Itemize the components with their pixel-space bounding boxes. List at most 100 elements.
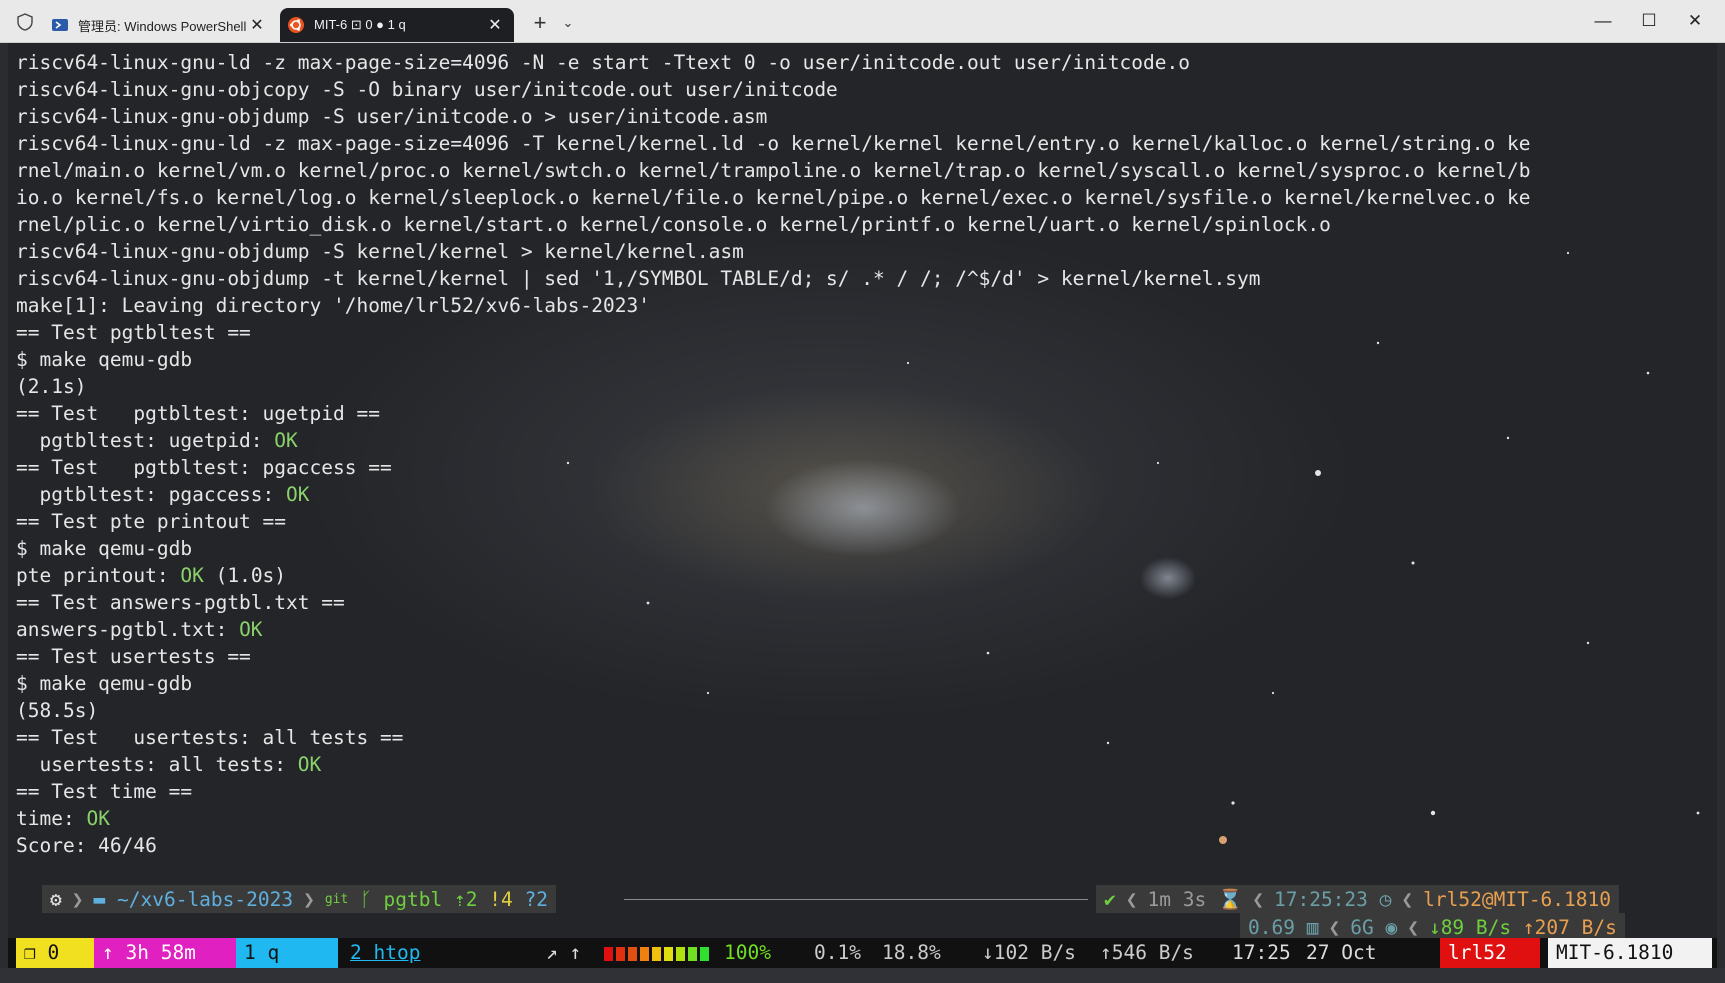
output-line: pte printout: OK (1.0s) xyxy=(16,562,1706,589)
prompt-separator: ❮ xyxy=(1407,915,1419,939)
prompt-separator: ❮ xyxy=(1125,887,1138,911)
ok-status: OK xyxy=(239,618,263,641)
output-line: == Test time == xyxy=(16,778,1706,805)
window-bottom-border xyxy=(0,968,1725,983)
output-text: (58.5s) xyxy=(16,699,99,722)
minimize-button[interactable]: — xyxy=(1580,0,1626,42)
tab-powershell[interactable]: 管理员: Windows PowerShell ✕ xyxy=(44,8,276,42)
tmux-session[interactable]: ❐ 0 xyxy=(16,938,96,968)
close-icon[interactable]: ✕ xyxy=(484,15,506,35)
tab-mit6[interactable]: MIT-6 ⊡ 0 ● 1 q ✕ xyxy=(280,8,514,42)
ok-status: OK xyxy=(274,429,298,452)
ok-status: OK xyxy=(286,483,310,506)
prompt-load: 0.69 ▥ xyxy=(1240,913,1326,941)
prompt-net: ↓89 B/s ↑207 B/s xyxy=(1421,913,1625,941)
output-line: riscv64-linux-gnu-objdump -t kernel/kern… xyxy=(16,265,1706,292)
prompt-user-host: lrl52@MIT-6.1810 xyxy=(1423,887,1611,911)
output-text: Score: 46/46 xyxy=(16,834,157,857)
output-text: riscv64-linux-gnu-objdump -t kernel/kern… xyxy=(16,267,1261,290)
output-text: == Test usertests == xyxy=(16,645,251,668)
output-line: riscv64-linux-gnu-objdump -S user/initco… xyxy=(16,103,1706,130)
output-line: riscv64-linux-gnu-objdump -S kernel/kern… xyxy=(16,238,1706,265)
tmux-status-bar: ❐ 0 ↑ 3h 58m 1 q 2 htop ↗ ↑ 100% 0.1% 18… xyxy=(8,938,1717,968)
output-text: $ make qemu-gdb xyxy=(16,537,193,560)
tmux-window-current[interactable]: 1 q xyxy=(236,938,338,968)
output-line: riscv64-linux-gnu-ld -z max-page-size=40… xyxy=(16,130,1706,157)
output-line: answers-pgtbl.txt: OK xyxy=(16,616,1706,643)
terminal-output: riscv64-linux-gnu-ld -z max-page-size=40… xyxy=(16,49,1706,859)
session-index: 0 xyxy=(47,941,60,964)
tab-dropdown-button[interactable]: ⌄ xyxy=(556,12,580,34)
output-text: riscv64-linux-gnu-objcopy -S -O binary u… xyxy=(16,78,838,101)
output-text: riscv64-linux-gnu-ld -z max-page-size=40… xyxy=(16,132,1531,155)
output-text: riscv64-linux-gnu-ld -z max-page-size=40… xyxy=(16,51,1190,74)
ram-text: 6G xyxy=(1350,915,1374,939)
output-text: pte printout: xyxy=(16,564,181,587)
net-up: ↑207 B/s xyxy=(1522,915,1617,939)
ok-status: OK xyxy=(297,753,322,776)
prompt-ram: 6G ◉ xyxy=(1342,913,1405,941)
prompt-separator: ❯ xyxy=(71,887,84,911)
output-line: make[1]: Leaving directory '/home/lrl52/… xyxy=(16,292,1706,319)
output-text: rnel/plic.o kernel/virtio_disk.o kernel/… xyxy=(16,213,1331,236)
output-text: == Test pgtbltest == xyxy=(16,321,251,344)
output-line: time: OK xyxy=(16,805,1706,832)
output-line: usertests: all tests: OK xyxy=(16,751,1706,778)
output-line: == Test pgtbltest == xyxy=(16,319,1706,346)
shield-icon xyxy=(17,13,33,31)
output-text: usertests: all tests: xyxy=(16,753,298,776)
output-line: == Test pte printout == xyxy=(16,508,1706,535)
output-text-suffix: (1.0s) xyxy=(203,564,287,587)
output-line: Score: 46/46 xyxy=(16,832,1706,859)
close-icon[interactable]: ✕ xyxy=(246,15,268,35)
close-window-button[interactable]: ✕ xyxy=(1672,0,1718,42)
output-text: io.o kernel/fs.o kernel/log.o kernel/sle… xyxy=(16,186,1531,209)
output-text: riscv64-linux-gnu-objdump -S kernel/kern… xyxy=(16,240,744,263)
tmux-net-up: ↑546 B/s xyxy=(1100,941,1194,964)
tab-bar: 管理员: Windows PowerShell ✕ MIT-6 ⊡ 0 ● 1 … xyxy=(0,0,1725,43)
output-line: == Test usertests == xyxy=(16,643,1706,670)
prompt-separator: ❮ xyxy=(1252,887,1264,911)
clock-text: 17:25:23 xyxy=(1273,887,1368,911)
terminal-pane[interactable]: riscv64-linux-gnu-ld -z max-page-size=40… xyxy=(8,43,1717,983)
output-text: == Test time == xyxy=(16,780,193,803)
new-tab-button[interactable]: + xyxy=(528,10,552,36)
prompt-right-metrics: 0.69 ▥ ❮ 6G ◉ ❮ ↓89 B/s ↑207 B/s xyxy=(1240,913,1625,941)
output-text: == Test pgtbltest: ugetpid == xyxy=(16,402,380,425)
path-text: ~/xv6-labs-2023 xyxy=(117,887,294,911)
load-text: 0.69 xyxy=(1248,915,1295,939)
output-line: == Test usertests: all tests == xyxy=(16,724,1706,751)
output-text: == Test answers-pgtbl.txt == xyxy=(16,591,345,614)
git-ahead: ⇡2 xyxy=(454,887,478,911)
tmux-user: lrl52 xyxy=(1440,938,1540,968)
tmux-mem: 18.8% xyxy=(882,941,941,964)
prompt-git: git ᚴ pgtbl ⇡2 !4 ?2 xyxy=(317,885,556,913)
ram-icon: ◉ xyxy=(1385,915,1398,939)
tmux-uptime: ↑ 3h 58m xyxy=(94,938,238,968)
output-line: == Test pgtbltest: pgaccess == xyxy=(16,454,1706,481)
output-line: $ make qemu-gdb xyxy=(16,535,1706,562)
tmux-window-other[interactable]: 2 htop xyxy=(342,938,458,968)
folder-icon: ▬ xyxy=(93,887,106,911)
output-line: == Test pgtbltest: ugetpid == xyxy=(16,400,1706,427)
powershell-icon xyxy=(52,19,68,31)
tmux-host: MIT-6.1810 xyxy=(1548,938,1712,968)
load-icon: ▥ xyxy=(1306,915,1319,939)
prompt-path: ▬ ~/xv6-labs-2023 xyxy=(86,885,302,913)
prompt-duration: 1m 3s ⌛ xyxy=(1140,885,1251,913)
prompt-right: ✔ ❮ 1m 3s ⌛ ❮ 17:25:23 ◷ ❮ lrl52@MIT-6.1… xyxy=(1096,885,1619,913)
output-line: rnel/main.o kernel/vm.o kernel/proc.o ke… xyxy=(16,157,1706,184)
git-modified: !4 xyxy=(489,887,513,911)
maximize-button[interactable]: ☐ xyxy=(1626,0,1672,42)
duration-text: 1m 3s xyxy=(1147,887,1207,911)
tmux-date: 27 Oct xyxy=(1306,941,1377,964)
git-untracked: ?2 xyxy=(524,887,548,911)
tab-label: MIT-6 ⊡ 0 ● 1 q xyxy=(314,17,406,32)
ubuntu-icon xyxy=(288,17,304,33)
prompt-filler-line xyxy=(624,899,1088,900)
tmux-net-down: ↓102 B/s xyxy=(982,941,1076,964)
output-line: (58.5s) xyxy=(16,697,1706,724)
branch-icon: ᚴ xyxy=(360,887,372,911)
output-text: rnel/main.o kernel/vm.o kernel/proc.o ke… xyxy=(16,159,1531,182)
terminal-window: 管理员: Windows PowerShell ✕ MIT-6 ⊡ 0 ● 1 … xyxy=(0,0,1725,983)
